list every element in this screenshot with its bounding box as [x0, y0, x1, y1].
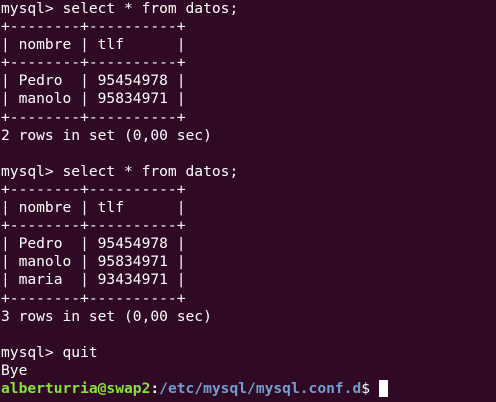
table-border: +--------+----------+: [1, 54, 186, 72]
table-row: | manolo | 95834971 |: [1, 90, 186, 108]
table-header-row: | nombre | tlf |: [1, 199, 186, 217]
table-row: | maria | 93434971 |: [1, 271, 186, 289]
prompt-path: /etc/mysql/mysql.conf.d: [159, 379, 362, 397]
table-row: | Pedro | 95454978 |: [1, 235, 186, 253]
terminal-line: Bye: [1, 361, 28, 379]
prompt-user-host: alberturria@swap2: [1, 379, 151, 397]
result-summary: 2 rows in set (0,00 sec): [1, 126, 212, 144]
terminal-window[interactable]: mysql> select * from datos; +--------+--…: [0, 0, 496, 402]
terminal-line: mysql> quit: [1, 343, 98, 361]
text-cursor: [379, 379, 389, 397]
table-border: +--------+----------+: [1, 18, 186, 36]
terminal-line: mysql> select * from datos;: [1, 0, 239, 17]
table-border: +--------+----------+: [1, 217, 186, 235]
table-border: +--------+----------+: [1, 289, 186, 307]
table-border: +--------+----------+: [1, 108, 186, 126]
shell-prompt-line[interactable]: alberturria@swap2:/etc/mysql/mysql.conf.…: [1, 379, 496, 398]
table-header-row: | nombre | tlf |: [1, 36, 186, 54]
prompt-separator: :: [150, 379, 160, 397]
table-border: +--------+----------+: [1, 180, 186, 198]
result-summary: 3 rows in set (0,00 sec): [1, 307, 212, 325]
terminal-line: mysql> select * from datos;: [1, 162, 239, 180]
table-row: | manolo | 95834971 |: [1, 253, 186, 271]
prompt-symbol: $: [361, 379, 371, 397]
table-row: | Pedro | 95454978 |: [1, 72, 186, 90]
